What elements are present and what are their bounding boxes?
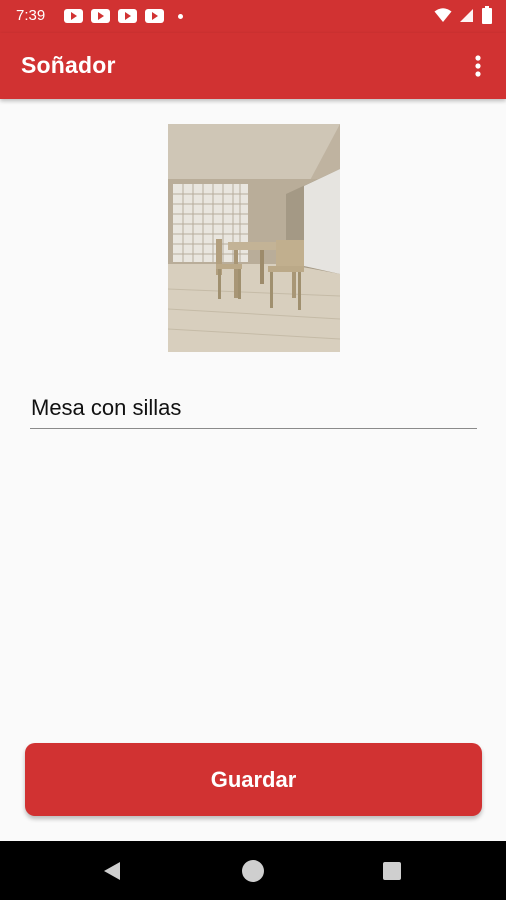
navigation-bar [0,841,506,900]
back-icon[interactable] [103,861,121,881]
system-icons [434,6,492,24]
recents-icon[interactable] [383,862,401,880]
youtube-icon [64,9,83,23]
dining-room-photo[interactable] [168,124,340,352]
name-field[interactable]: Mesa con sillas [30,388,477,429]
dot-icon [178,13,183,19]
status-time: 7:39 [16,7,46,24]
signal-icon [460,9,473,22]
app-title: Soñador [21,52,116,78]
dining-room-illustration [168,124,340,352]
wifi-icon [434,8,452,22]
home-icon[interactable] [242,860,264,882]
battery-icon [482,6,492,24]
overflow-menu-icon[interactable] [468,54,488,78]
youtube-icon [118,9,137,23]
app-bar: Soñador [0,33,506,99]
notification-icons [64,9,183,23]
status-bar: 7:39 [0,0,506,33]
youtube-icon [91,9,110,23]
save-button[interactable]: Guardar [25,743,482,816]
youtube-icon [145,9,164,23]
